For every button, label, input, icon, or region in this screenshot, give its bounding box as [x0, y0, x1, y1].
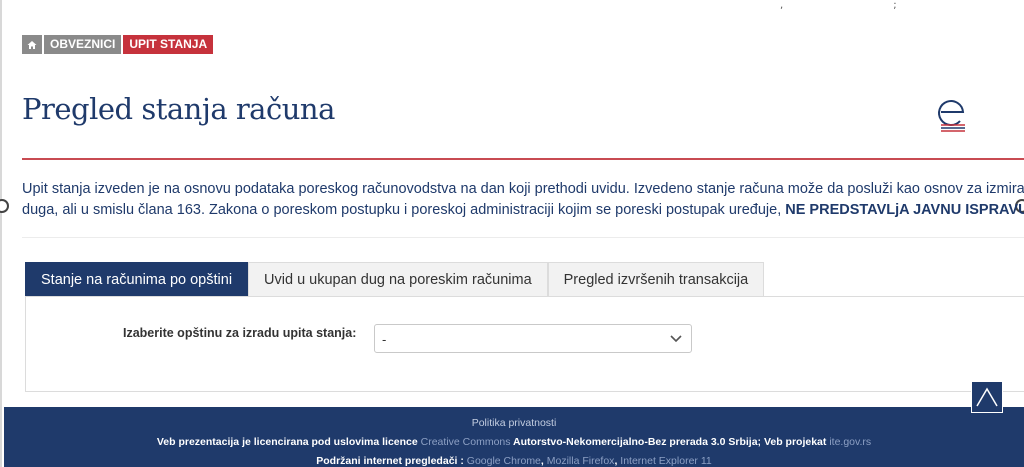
- window-edge: [0, 0, 2, 467]
- municipality-select[interactable]: -: [374, 324, 692, 353]
- top-edge-marks: ,;: [780, 0, 897, 11]
- ite-gov-link[interactable]: ite.gov.rs: [829, 436, 871, 448]
- license-line: Veb prezentacija je licencirana pod uslo…: [4, 436, 1024, 448]
- breadcrumb-upit-stanja[interactable]: UPIT STANJA: [123, 35, 214, 54]
- tab-izvrsene-transakcije[interactable]: Pregled izvršenih transakcija: [547, 262, 765, 296]
- browsers-line: Podržani internet pregledači : Google Ch…: [4, 455, 1024, 467]
- notice-emphasis: NE PREDSTAVLjA JAVNU ISPRAVU.: [785, 202, 1024, 218]
- breadcrumb-obveznici[interactable]: OBVEZNICI: [44, 35, 122, 54]
- notice-line-2: duga, ali u smislu člana 163. Zakona o p…: [22, 200, 1024, 221]
- notice-line-1: Upit stanja izveden je na osnovu podatak…: [22, 181, 1024, 197]
- creative-commons-link[interactable]: Creative Commons: [421, 436, 511, 448]
- notice-text: duga, ali u smislu člana 163. Zakona o p…: [22, 202, 786, 218]
- municipality-selected-value: -: [382, 332, 387, 347]
- legal-notice: Upit stanja izveden je na osnovu podatak…: [22, 179, 1024, 221]
- breadcrumb-home[interactable]: [22, 35, 42, 54]
- tab-ukupan-dug[interactable]: Uvid u ukupan dug na poreskim računima: [248, 262, 548, 296]
- section-divider: [22, 237, 1024, 238]
- municipality-label: Izaberite opštinu za izradu upita stanja…: [123, 326, 357, 340]
- privacy-policy-link[interactable]: Politika privatnosti: [472, 417, 557, 429]
- resize-handle-left[interactable]: [0, 199, 9, 213]
- site-footer: Politika privatnosti Veb prezentacija je…: [4, 407, 1024, 467]
- tab-bar: Stanje na računima po opštini Uvid u uku…: [25, 262, 765, 296]
- home-icon: [27, 40, 37, 49]
- chrome-link[interactable]: Google Chrome: [467, 455, 541, 467]
- tab-stanje-po-opstini[interactable]: Stanje na računima po opštini: [25, 262, 249, 296]
- license-prefix: Veb prezentacija je licencirana pod uslo…: [156, 436, 421, 448]
- breadcrumb: OBVEZNICI UPIT STANJA: [22, 35, 214, 54]
- chevron-up-icon: [976, 387, 998, 407]
- ie11-link[interactable]: Internet Explorer 11: [620, 455, 711, 467]
- firefox-link[interactable]: Mozilla Firefox: [547, 455, 615, 467]
- scroll-to-top-button[interactable]: [971, 381, 1003, 413]
- title-divider: [22, 158, 1024, 160]
- page-title: Pregled stanja računa: [22, 92, 335, 126]
- chevron-down-icon: [670, 335, 682, 343]
- license-name: Autorstvo-Nekomercijalno-Bez prerada 3.0…: [510, 436, 830, 448]
- eporezi-logo-icon: [938, 100, 965, 132]
- browsers-prefix: Podržani internet pregledači :: [316, 455, 467, 467]
